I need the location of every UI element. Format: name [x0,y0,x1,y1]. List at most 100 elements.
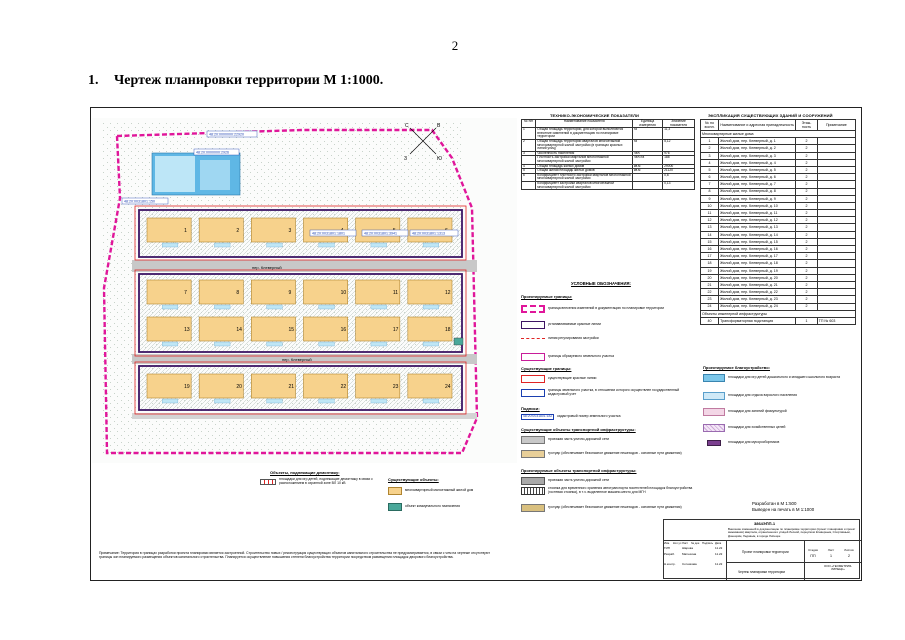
building-cell: 2 [795,187,818,196]
legend-transport-designed-2: тротуар (обеспечивает безопасное движени… [548,505,682,510]
building-cell: Жилой дом, пер. Клеверный, д. 2 [718,144,797,153]
house-number-24: 24 [445,384,451,390]
house-number-22: 22 [341,384,347,390]
building-cell [816,230,857,239]
building-cell: Жилой дом, пер. Клеверный, д. 4 [718,158,797,167]
building-cell: 2 [795,209,818,218]
building-cell: 5 [699,165,720,175]
playground-2 [214,242,231,248]
legend-landscape-0: площадки для игр детей дошкольного и мла… [728,375,840,380]
building-cell: 9 [699,194,720,203]
tech-cell: га [632,138,664,152]
building-cell: Жилой дом, пер. Клеверный, д. 8 [718,187,797,196]
building-row: 13 Жилой дом, пер. Клеверный, д. 13 2 [699,223,857,232]
tech-cell: 1 [520,127,537,140]
house-number-8: 8 [236,290,239,296]
building-cell [816,295,857,304]
building-cell: 2 [795,237,818,247]
scale-note-2: Выведен на печать в М 1:1000 [752,506,815,512]
building-row: 19 Жилой дом, пер. Клеверный, д. 19 2 [699,266,857,275]
tech-row: 1 Общая площадь территории, для которой в… [520,127,695,140]
stamp-person-2: Сотникова [682,562,697,567]
building-row: 5 Жилой дом, пер. Клеверный, д. 52 [699,165,857,175]
legend-designed-2: линия регулирования застройки [548,336,599,340]
house-number-19: 19 [184,384,190,390]
building-cell [816,201,857,211]
building-cell: 15 [699,237,720,247]
building-cell: 6 [699,173,720,182]
tech-cell [632,180,664,191]
building-cell: ТП № 603 [816,316,857,326]
house-number-12: 12 [445,290,451,296]
playground-12 [422,304,439,310]
building-row: 17 Жилой дом, пер. Клеверный, д. 17 2 [699,252,857,261]
house-number-3: 3 [289,228,292,234]
building-row: 12 Жилой дом, пер. Клеверный, д. 12 2 [699,216,857,225]
building-cell: 22 [699,288,720,297]
building-cell: 2 [795,273,818,282]
legend-existing-1: границы земельного участка, в отношении … [548,388,680,396]
building-cell [816,173,857,182]
legend-existing-obj-1: объект коммунального назначения [405,504,461,509]
legend-landscape-2: площадки для занятий физкультурой [728,409,787,414]
building-cell: 8 [699,187,720,196]
playground-16 [318,341,335,347]
bld-header-floors: Этаж-ность [795,119,818,131]
building-cell [816,151,857,160]
building-row: 40 Трансформаторная подстанция 1 ТП № 603 [699,316,857,326]
building-cell: 14 [699,230,720,239]
building-cell: Жилой дом, пер. Клеверный, д. 3 [718,151,797,160]
playground-8 [214,304,231,310]
cadastral-label-1: 48:20:0000000:22920 [209,133,244,137]
tech-table-title: ТЕХНИКО-ЭКОНОМИЧЕСКИЕ ПОКАЗАТЕЛИ [550,113,640,118]
svg-text:Ю: Ю [437,156,442,162]
building-cell: 20 [699,273,720,282]
building-row: 20 Жилой дом, пер. Клеверный, д. 20 2 [699,273,857,282]
tech-cell: 11,3 [662,127,695,140]
playground-19 [162,398,179,404]
stamp-stage-v2: 2 [848,554,850,558]
building-cell: 3 [699,151,720,160]
building-cell: 2 [795,216,818,225]
building-cell: 11 [699,209,720,218]
playground-15 [266,341,283,347]
tech-row: Коэффициент застройки кварталов многоэта… [520,180,695,191]
heading-text: Чертеж планировки территории М 1:1000. [114,73,384,88]
building-cell: 12 [699,216,720,225]
building-cell: Жилой дом, пер. Клеверный, д. 6 [718,173,797,182]
site-plan: 123456 789101112131415161718 19202122232… [92,118,517,463]
page-number: 2 [451,38,459,53]
building-cell: 2 [795,252,818,261]
legend-caption-text: кадастровый номер земельного участка [557,414,621,418]
building-cell [816,252,857,261]
building-cell: 7 [699,180,720,189]
legend-objects-text: площадки для игр детей, подлежащие демон… [279,477,373,485]
stamp-person-1: Матюхина [682,551,697,556]
building-cell: 2 [795,288,818,297]
house-number-23: 23 [393,384,399,390]
stamp-head-5: Дата [715,541,722,545]
street-label-2: пер. Клеверный [282,357,312,362]
stamp-sheet-title-2: Чертеж планировки территории [738,570,786,574]
building-cell: Жилой дом, пер. Клеверный, д. 10 [718,201,797,211]
legend-existing-cap: Существующие границы: [521,366,572,371]
cadastral-label-4: 48:20:0031801:1801 [312,232,345,236]
building-cell: 2 [795,295,818,304]
legend-landscape-4: площадки для мусоросборников [728,440,780,445]
building-cell: Жилой дом, пер. Клеверный, д. 7 [718,180,797,189]
bld-header-num: № по экспл. [699,119,720,131]
tech-cell: 5,12 [662,138,695,152]
building-cell [816,158,857,167]
stamp-stage-h0: Стадия [808,548,818,552]
playground-4 [318,242,335,248]
legend-transport-designed-cap: Проектируемые объекты транспортной инфра… [521,468,637,473]
stamp-sheet-title-1: Проект планировки территории [742,550,789,554]
svg-text:З: З [404,156,407,162]
playground-13 [162,341,179,347]
tech-cell: чел./га [632,155,664,165]
building-cell: 19 [699,266,720,275]
building-cell: 2 [795,165,818,175]
building-cell: 2 [795,259,818,268]
buildings-table: № по экспл. Наименование и адресная прин… [699,119,857,326]
building-cell: 2 [795,194,818,203]
